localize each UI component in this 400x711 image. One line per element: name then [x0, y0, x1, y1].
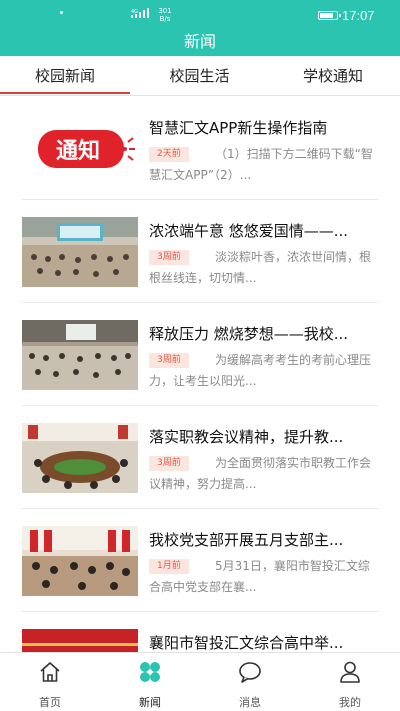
auditorium-photo-image	[22, 217, 138, 287]
ceremony-banner-photo-image	[22, 629, 138, 652]
news-thumbnail	[22, 629, 138, 652]
nav-home[interactable]: 首页	[0, 653, 100, 711]
signal-strength-icon: 4G	[131, 8, 149, 18]
bottom-navigation: 首页 新闻 消息 我的	[0, 652, 400, 711]
news-thumbnail	[22, 217, 138, 287]
news-title[interactable]: 我校党支部开展五月支部主...	[149, 529, 379, 550]
news-title[interactable]: 智慧汇文APP新生操作指南	[149, 117, 379, 138]
news-list[interactable]: 通知 智慧汇文APP新生操作指南 （1）扫描下方二维码下载“智慧汇文APP”（2…	[0, 97, 400, 652]
news-item[interactable]: 我校党支部开展五月支部主... 5月31日，襄阳市智投汇文综合高中党支部在襄..…	[0, 509, 400, 612]
status-time: 17:07	[342, 8, 375, 23]
news-item[interactable]: 通知 智慧汇文APP新生操作指南 （1）扫描下方二维码下载“智慧汇文APP”（2…	[0, 97, 400, 200]
news-title[interactable]: 落实职教会议精神，提升教...	[149, 426, 379, 447]
svg-text:通知: 通知	[56, 138, 100, 164]
meeting-room-photo-image	[22, 423, 138, 493]
network-speed-unit: B/s	[159, 15, 171, 23]
time-badge: 3周前	[149, 456, 189, 471]
nav-news[interactable]: 新闻	[100, 653, 200, 711]
time-badge: 2天前	[149, 147, 189, 162]
news-thumbnail	[22, 423, 138, 493]
news-title[interactable]: 襄阳市智投汇文综合高中举...	[149, 632, 379, 652]
network-speed-value: 301	[158, 7, 172, 15]
network-speed: 301 B/s	[157, 7, 173, 23]
news-thumbnail: 通知	[22, 114, 138, 184]
news-item[interactable]: 落实职教会议精神，提升教... 为全面贯彻落实市职教工作会议精神，努力提高...…	[0, 406, 400, 509]
battery-icon	[318, 11, 341, 20]
news-item[interactable]: 襄阳市智投汇文综合高中举...	[0, 612, 400, 652]
news-title[interactable]: 浓浓端午意 悠悠爱国情——...	[149, 220, 379, 241]
svg-text:4G: 4G	[131, 9, 138, 15]
lecture-hall-photo-image	[22, 320, 138, 390]
tab-school-notices[interactable]: 学校通知	[266, 56, 400, 96]
notice-logo-image: 通知	[22, 114, 138, 184]
nav-messages[interactable]: 消息	[200, 653, 300, 711]
news-title[interactable]: 释放压力 燃烧梦想——我校...	[149, 323, 379, 344]
nav-news-label: 新闻	[139, 696, 161, 709]
time-badge: 3周前	[149, 353, 189, 368]
page-title: 新闻	[183, 32, 216, 51]
news-item[interactable]: 释放压力 燃烧梦想——我校... 为缓解高考考生的考前心理压力，让考生以阳光..…	[0, 303, 400, 406]
message-icon	[239, 662, 261, 683]
tab-campus-news[interactable]: 校园新闻	[0, 56, 130, 96]
status-bar: 4G 301 B/s 17:07	[0, 0, 400, 26]
party-meeting-photo-image	[22, 526, 138, 596]
time-badge: 1月前	[149, 559, 189, 574]
battery-level	[320, 13, 333, 18]
nav-home-label: 首页	[39, 696, 61, 709]
time-badge: 3周前	[149, 250, 189, 265]
nav-profile[interactable]: 我的	[300, 653, 400, 711]
nav-messages-label: 消息	[239, 696, 261, 709]
news-thumbnail	[22, 526, 138, 596]
app-header: 4G 301 B/s 17:07 新闻	[0, 0, 400, 56]
nav-profile-label: 我的	[339, 696, 361, 709]
news-thumbnail	[22, 320, 138, 390]
news-clover-icon	[140, 662, 160, 682]
notification-dot-icon	[60, 11, 63, 14]
news-category-tabs: 校园新闻 校园生活 学校通知	[0, 56, 400, 96]
profile-icon	[340, 661, 360, 683]
news-item[interactable]: 浓浓端午意 悠悠爱国情——... 淡淡粽叶香，浓浓世间情，根根丝线连，切切情..…	[0, 200, 400, 303]
tab-campus-life[interactable]: 校园生活	[133, 56, 266, 96]
home-icon	[40, 662, 60, 682]
active-tab-indicator	[0, 92, 130, 94]
